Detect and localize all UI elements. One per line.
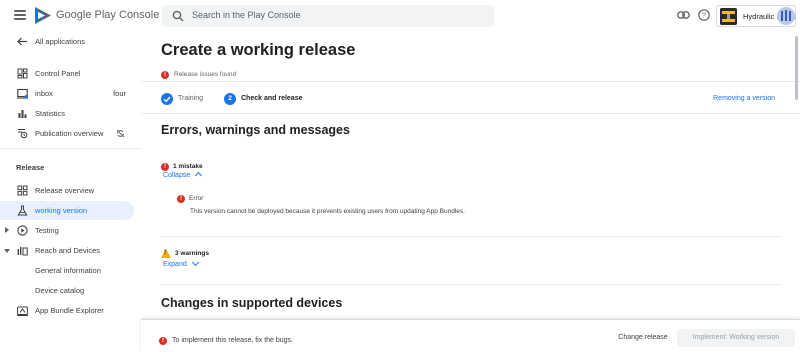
flask-icon (17, 205, 28, 216)
implement-button[interactable]: Implement: Working version (677, 329, 795, 347)
brand-google-play: Google Play (56, 9, 116, 21)
divider (161, 284, 782, 285)
sidebar-item-label: Testing (35, 226, 59, 235)
devices-icon (17, 247, 28, 256)
check-icon (161, 93, 173, 105)
svg-text:?: ? (702, 13, 706, 20)
sidebar-item-working-version[interactable]: working version (0, 201, 134, 220)
top-app-bar: Google Play Console Search in the Play C… (0, 0, 800, 32)
publish-icon (18, 129, 28, 139)
warning-icon (161, 249, 171, 259)
sidebar-item-label: General information (35, 266, 101, 275)
error-item: Error (177, 190, 203, 208)
scrollbar[interactable] (795, 36, 798, 100)
help-icon[interactable]: ? (698, 9, 710, 21)
sidebar-item-label: working version (35, 206, 88, 215)
error-icon (159, 336, 167, 346)
sync-off-icon (116, 129, 125, 138)
search-icon (172, 10, 184, 22)
sidebar-divider (0, 148, 141, 149)
warning-count: 3 warnings (175, 250, 209, 258)
divider (141, 113, 800, 114)
expand-label: Expand (163, 261, 187, 268)
menu-icon[interactable] (14, 10, 26, 20)
dashboard-icon (17, 68, 28, 79)
error-icon (161, 70, 169, 80)
step-label: Check and release (241, 95, 303, 102)
inbox-count: four (113, 89, 126, 98)
expand-warnings-button[interactable]: Expand (163, 258, 199, 268)
errors-section-title: Errors, warnings and messages (161, 123, 350, 137)
arrow-back-icon (17, 37, 27, 46)
main-content: Create a working release Release issues … (141, 32, 800, 318)
release-issues-text: Release issues found (174, 71, 237, 79)
avatar[interactable] (777, 7, 795, 25)
sidebar-item-label: All applications (35, 37, 86, 46)
bottom-action-bar: To implement this release, fix the bugs.… (141, 319, 800, 352)
sidebar-item-reach-and-devices[interactable]: Reach and Devices (0, 241, 134, 260)
page-title: Create a working release (161, 41, 356, 59)
divider (161, 236, 782, 237)
error-count: 1 mistake (173, 163, 203, 171)
sidebar-item-testing[interactable]: Testing (0, 221, 134, 240)
search-placeholder: Search in the Play Console (192, 10, 301, 20)
sidebar-item-device-catalog[interactable]: Device catalog (0, 281, 134, 300)
release-issues-status: Release issues found (161, 66, 237, 80)
collapse-arrow-icon[interactable] (4, 249, 10, 253)
link-icon[interactable] (677, 11, 690, 19)
sidebar-item-label: Control Panel (35, 69, 81, 78)
play-circle-icon (17, 225, 28, 236)
expand-arrow-icon[interactable] (5, 227, 9, 233)
sidebar-item-publication-overview[interactable]: Publication overview (0, 124, 134, 143)
sidebar-item-control-panel[interactable]: Control Panel (0, 64, 134, 83)
sidebar-item-statistics[interactable]: Statistics (0, 104, 134, 123)
bar-chart-icon (18, 110, 27, 118)
devices-section-title: Changes in supported devices (161, 296, 343, 310)
inbox-icon (17, 88, 28, 99)
divider (141, 81, 800, 82)
step-label: Training (178, 95, 204, 102)
sidebar-item-label: Publication overview (35, 129, 104, 138)
change-release-button[interactable]: Change release (611, 329, 675, 347)
sidebar-item-label: Release overview (35, 186, 95, 195)
chevron-up-icon (195, 171, 203, 180)
sidebar-item-general-information[interactable]: General information (0, 261, 134, 280)
sidebar-item-app-bundle-explorer[interactable]: App Bundle Explorer (0, 301, 134, 320)
removing-a-version-link[interactable]: Removing a version (713, 95, 775, 102)
error-item-title: Error (189, 195, 204, 203)
search-input[interactable]: Search in the Play Console (162, 5, 494, 27)
sidebar-item-inbox[interactable]: inbox four (0, 84, 134, 103)
brand-console: Console (119, 9, 160, 21)
play-console-logo[interactable] (34, 6, 52, 25)
sidebar: All applications Control Panel inbox fou… (0, 32, 141, 352)
sidebar-item-label: App Bundle Explorer (35, 306, 104, 315)
step-number: 2 (224, 93, 236, 105)
brand-title[interactable]: Google Play Console (56, 9, 159, 21)
app-bundle-icon (17, 306, 28, 316)
error-icon (177, 194, 185, 204)
app-icon (720, 8, 737, 25)
sidebar-item-all-applications[interactable]: All applications (0, 32, 134, 51)
chevron-down-icon (191, 258, 199, 267)
collapse-label: Collapse (163, 172, 191, 179)
sidebar-item-release-overview[interactable]: Release overview (0, 181, 134, 200)
sidebar-item-label: Reach and Devices (35, 246, 101, 255)
bottom-message: To implement this release, fix the bugs. (159, 332, 293, 350)
sidebar-item-label: Device catalog (35, 286, 85, 295)
bottom-message-text: To implement this release, fix the bugs. (172, 337, 294, 345)
grid-icon (17, 185, 28, 196)
collapse-errors-button[interactable]: Collapse (163, 171, 203, 180)
error-description: This version cannot be deployed because … (190, 208, 465, 215)
release-stepper: Training 2 Check and release Removing a … (161, 92, 781, 106)
sidebar-item-label: Statistics (35, 109, 66, 118)
error-icon (161, 162, 169, 172)
sidebar-item-label: inbox (35, 89, 53, 98)
sidebar-section-release: Release (16, 163, 45, 172)
